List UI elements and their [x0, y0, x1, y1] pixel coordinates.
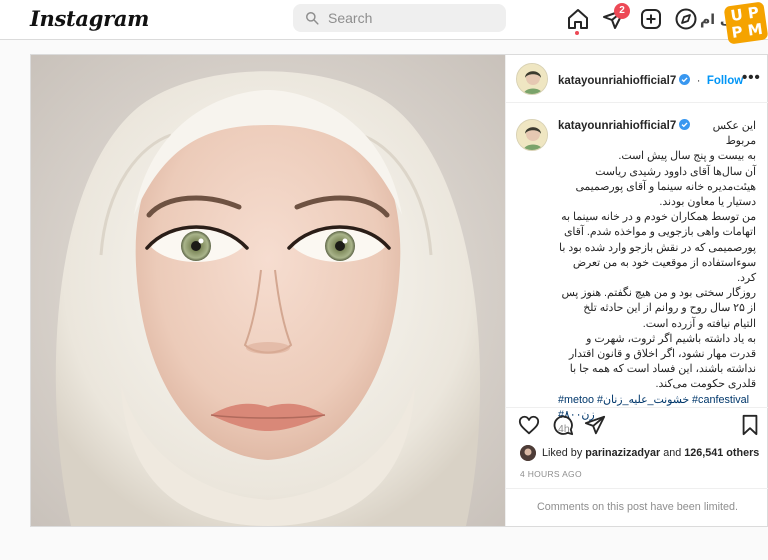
verified-badge-icon	[679, 74, 691, 85]
search-input[interactable]	[328, 10, 488, 26]
caption-line: این عکس مربوط	[712, 120, 756, 148]
post-actions-bar	[506, 407, 768, 447]
caption-author-avatar[interactable]	[516, 119, 548, 151]
follow-button[interactable]: Follow	[707, 75, 743, 87]
new-post-icon[interactable]	[639, 7, 663, 31]
caption-text: katayounriahiofficial7 این عکس مربوط به …	[558, 119, 756, 423]
home-active-dot	[575, 31, 579, 35]
hashtag-link[interactable]: #metoo	[558, 394, 594, 406]
notification-badge: 2	[614, 3, 630, 19]
post-photo[interactable]	[31, 55, 505, 526]
post-header: katayounriahiofficial7 · Follow •••	[506, 55, 768, 103]
hashtag-link[interactable]: #خشونت_علیه_زنان	[597, 394, 689, 406]
caption-line: به یاد داشته باشیم اگر ثروت، شهرت و قدرت…	[568, 332, 756, 391]
likes-prefix: Liked by	[542, 447, 583, 459]
portrait-illustration	[31, 55, 505, 526]
search-icon	[306, 12, 319, 25]
instagram-logo[interactable]: Instagram	[30, 6, 149, 31]
caption-area: katayounriahiofficial7 این عکس مربوط به …	[506, 103, 768, 435]
save-bookmark-icon[interactable]	[739, 414, 763, 438]
author-avatar[interactable]	[516, 63, 548, 95]
post-card: katayounriahiofficial7 · Follow ••• kata…	[30, 54, 768, 527]
caption-username[interactable]: katayounriahiofficial7	[558, 120, 676, 132]
caption-line: آن سال‌ها آقای داوود رشیدی ریاست هیئت‌مد…	[575, 165, 756, 209]
home-icon[interactable]	[566, 7, 590, 31]
more-options-button[interactable]: •••	[742, 69, 761, 86]
comments-limited-notice: Comments on this post have been limited.	[506, 488, 768, 526]
caption-line: من توسط همکاران خودم و در خانه سینما به …	[559, 211, 756, 285]
hashtag-link[interactable]: #canfestival	[692, 394, 749, 406]
caption-line: به بیست و پنج سال پیش است.	[618, 150, 756, 163]
share-icon[interactable]	[584, 414, 608, 438]
post-side-panel: katayounriahiofficial7 · Follow ••• kata…	[505, 55, 768, 526]
likes-count[interactable]: 126,541 others	[684, 447, 759, 459]
comment-icon[interactable]	[552, 414, 576, 438]
verified-badge-icon	[679, 119, 691, 130]
separator-dot: ·	[696, 75, 701, 87]
top-navigation-bar: Instagram 2 پی ام U PP M	[0, 0, 768, 45]
watermark-logo: U PP M	[723, 1, 768, 45]
like-icon[interactable]	[518, 414, 542, 438]
likes-connector: and	[663, 447, 682, 459]
caption-line: روزگار سختی بود و من هیچ نگفتم. هنوز پس …	[561, 287, 756, 330]
post-date[interactable]: 4 HOURS AGO	[520, 469, 582, 479]
explore-icon[interactable]	[674, 7, 698, 31]
search-box[interactable]	[293, 4, 506, 32]
likes-summary: Liked by parinazizadyar and 126,541 othe…	[520, 445, 759, 461]
liker-avatar[interactable]	[520, 445, 536, 461]
liker-username[interactable]: parinazizadyar	[585, 447, 660, 459]
author-username[interactable]: katayounriahiofficial7	[558, 75, 676, 87]
